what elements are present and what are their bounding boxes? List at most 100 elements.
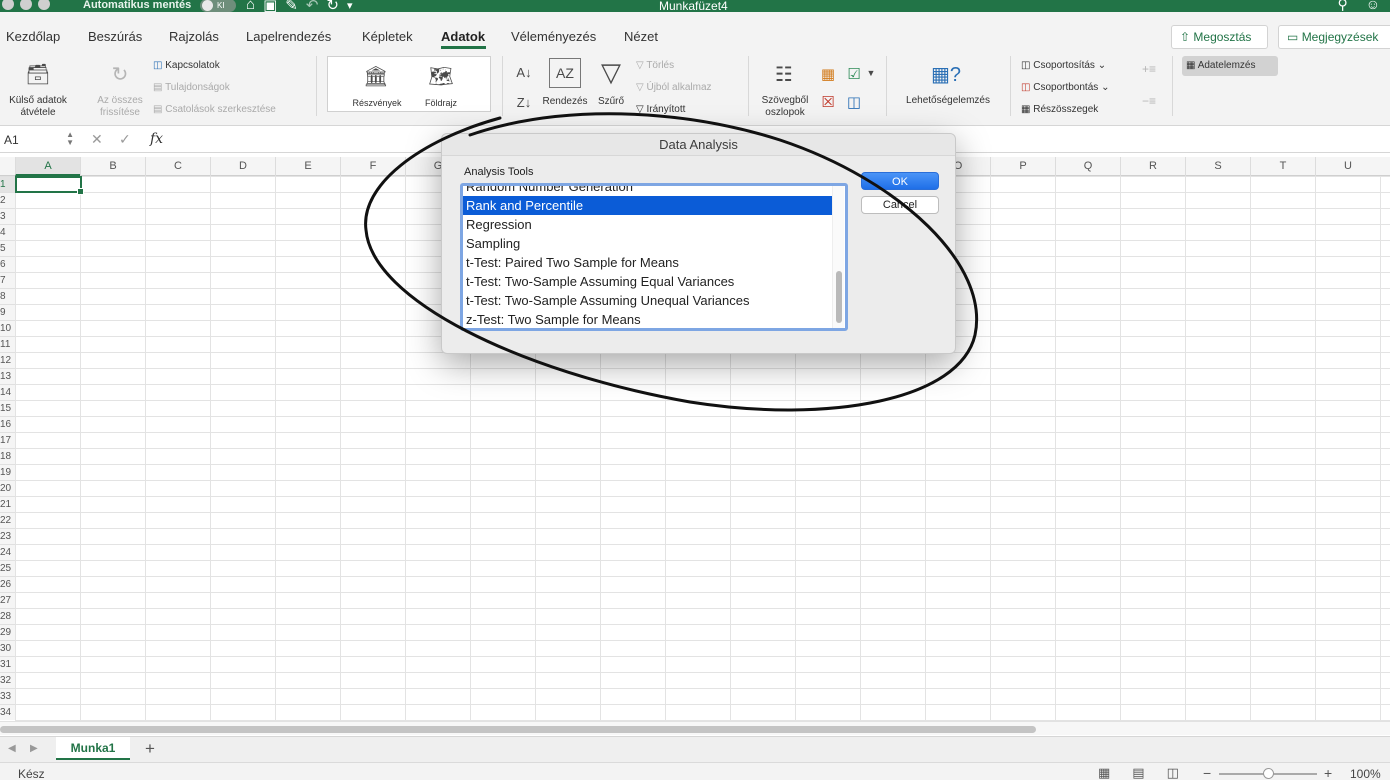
- list-item[interactable]: Rank and Percentile: [463, 196, 833, 215]
- row-header[interactable]: 18: [0, 448, 15, 464]
- clear-filter-button[interactable]: ▽ Törlés: [636, 60, 674, 72]
- tab-page-layout[interactable]: Lapelrendezés: [246, 29, 331, 44]
- row-header[interactable]: 33: [0, 688, 15, 704]
- sheet-tab-munka1[interactable]: Munka1: [56, 737, 130, 760]
- row-header[interactable]: 17: [0, 432, 15, 448]
- next-sheet-icon[interactable]: ▶: [30, 743, 38, 754]
- hide-detail-icon[interactable]: −≡: [1140, 94, 1158, 108]
- sort-button[interactable]: Rendezés: [538, 96, 592, 108]
- what-if-analysis-icon[interactable]: ▦?: [924, 58, 968, 90]
- tab-view[interactable]: Nézet: [624, 29, 658, 44]
- row-header[interactable]: 12: [0, 352, 15, 368]
- zoom-out-icon[interactable]: −: [1203, 765, 1211, 780]
- row-header[interactable]: 31: [0, 656, 15, 672]
- filter-button[interactable]: Szűrő: [592, 96, 630, 108]
- row-header[interactable]: 1: [0, 176, 15, 192]
- tab-data[interactable]: Adatok: [441, 29, 485, 44]
- minimize-window-button[interactable]: [20, 0, 32, 10]
- row-header[interactable]: 30: [0, 640, 15, 656]
- autosave-toggle[interactable]: KI: [200, 0, 236, 12]
- sort-ascending-icon[interactable]: A↓: [512, 60, 536, 84]
- row-header[interactable]: 3: [0, 208, 15, 224]
- column-header-t[interactable]: T: [1250, 157, 1315, 176]
- refresh-all-icon[interactable]: ↻: [98, 56, 142, 92]
- stocks-button[interactable]: Részvények: [342, 97, 412, 109]
- tab-formulas[interactable]: Képletek: [362, 29, 413, 44]
- column-header-s[interactable]: S: [1185, 157, 1250, 176]
- analysis-tools-list[interactable]: Random Number Generation Rank and Percent…: [460, 183, 848, 331]
- confirm-entry-icon[interactable]: ✓: [119, 131, 131, 148]
- list-item[interactable]: Regression: [463, 215, 833, 234]
- column-header-r[interactable]: R: [1120, 157, 1185, 176]
- column-header-f[interactable]: F: [340, 157, 405, 176]
- name-box[interactable]: A1 ▲ ▼: [0, 130, 76, 150]
- row-header[interactable]: 28: [0, 608, 15, 624]
- list-item[interactable]: t-Test: Two-Sample Assuming Equal Varian…: [463, 272, 833, 291]
- sort-icon[interactable]: AZ: [549, 58, 581, 88]
- row-header[interactable]: 21: [0, 496, 15, 512]
- column-header-q[interactable]: Q: [1055, 157, 1120, 176]
- column-header-d[interactable]: D: [210, 157, 275, 176]
- row-header[interactable]: 13: [0, 368, 15, 384]
- row-header[interactable]: 14: [0, 384, 15, 400]
- ok-button[interactable]: OK: [861, 172, 939, 190]
- reapply-button[interactable]: ▽ Újból alkalmaz: [636, 82, 712, 94]
- page-layout-view-icon[interactable]: ▤: [1132, 765, 1144, 780]
- row-header[interactable]: 19: [0, 464, 15, 480]
- relationships-icon[interactable]: ◫: [844, 92, 864, 112]
- row-header[interactable]: 25: [0, 560, 15, 576]
- row-header[interactable]: 26: [0, 576, 15, 592]
- row-header[interactable]: 4: [0, 224, 15, 240]
- zoom-level[interactable]: 100%: [1350, 767, 1381, 780]
- list-scrollbar-thumb[interactable]: [836, 271, 842, 323]
- row-header[interactable]: 23: [0, 528, 15, 544]
- geography-button[interactable]: Földrajz: [408, 97, 474, 109]
- row-header[interactable]: 6: [0, 256, 15, 272]
- row-header[interactable]: 24: [0, 544, 15, 560]
- column-header-u[interactable]: U: [1315, 157, 1380, 176]
- window-controls[interactable]: [2, 0, 50, 10]
- ungroup-button[interactable]: ◫ Csoportbontás ⌄: [1021, 82, 1109, 94]
- horizontal-scrollbar[interactable]: [0, 721, 1390, 735]
- add-sheet-icon[interactable]: +: [145, 739, 155, 759]
- cancel-button[interactable]: Cancel: [861, 196, 939, 214]
- column-header-c[interactable]: C: [145, 157, 210, 176]
- list-scrollbar[interactable]: [832, 186, 844, 328]
- flash-fill-icon[interactable]: ▦: [818, 64, 838, 84]
- selected-cell[interactable]: [15, 176, 84, 195]
- what-if-analysis-button[interactable]: Lehetőségelemzés: [898, 95, 998, 107]
- scrollbar-thumb[interactable]: [0, 726, 1036, 733]
- row-header[interactable]: 34: [0, 704, 15, 720]
- row-header[interactable]: 29: [0, 624, 15, 640]
- row-header[interactable]: 9: [0, 304, 15, 320]
- zoom-in-icon[interactable]: +: [1324, 765, 1332, 780]
- tab-draw[interactable]: Rajzolás: [169, 29, 219, 44]
- column-header-a[interactable]: A: [15, 157, 80, 176]
- data-validation-icon[interactable]: ☑: [844, 64, 864, 84]
- list-item[interactable]: Sampling: [463, 234, 833, 253]
- zoom-window-button[interactable]: [38, 0, 50, 10]
- group-button[interactable]: ◫ Csoportosítás ⌄: [1021, 60, 1106, 72]
- tab-home[interactable]: Kezdőlap: [6, 29, 60, 44]
- zoom-slider-knob[interactable]: [1263, 768, 1274, 779]
- connections-button[interactable]: ◫ Kapcsolatok: [153, 60, 220, 72]
- column-header-p[interactable]: P: [990, 157, 1055, 176]
- row-header[interactable]: 27: [0, 592, 15, 608]
- geography-icon[interactable]: 🗺: [423, 61, 459, 91]
- refresh-all-button[interactable]: Az összes frissítése: [84, 95, 156, 119]
- share-button[interactable]: ⇧ Megosztás: [1171, 25, 1268, 49]
- show-detail-icon[interactable]: +≡: [1140, 62, 1158, 76]
- select-all-corner[interactable]: [0, 157, 15, 176]
- row-header[interactable]: 8: [0, 288, 15, 304]
- text-to-columns-button[interactable]: Szövegből oszlopok: [754, 95, 816, 119]
- prev-sheet-icon[interactable]: ◀: [8, 743, 16, 754]
- row-header[interactable]: 10: [0, 320, 15, 336]
- row-header[interactable]: 15: [0, 400, 15, 416]
- comments-button[interactable]: ▭ Megjegyzések: [1278, 25, 1390, 49]
- sort-descending-icon[interactable]: Z↓: [512, 90, 536, 114]
- list-item[interactable]: t-Test: Two-Sample Assuming Unequal Vari…: [463, 291, 833, 310]
- list-item[interactable]: t-Test: Paired Two Sample for Means: [463, 253, 833, 272]
- row-header[interactable]: 2: [0, 192, 15, 208]
- column-header-e[interactable]: E: [275, 157, 340, 176]
- row-header[interactable]: 22: [0, 512, 15, 528]
